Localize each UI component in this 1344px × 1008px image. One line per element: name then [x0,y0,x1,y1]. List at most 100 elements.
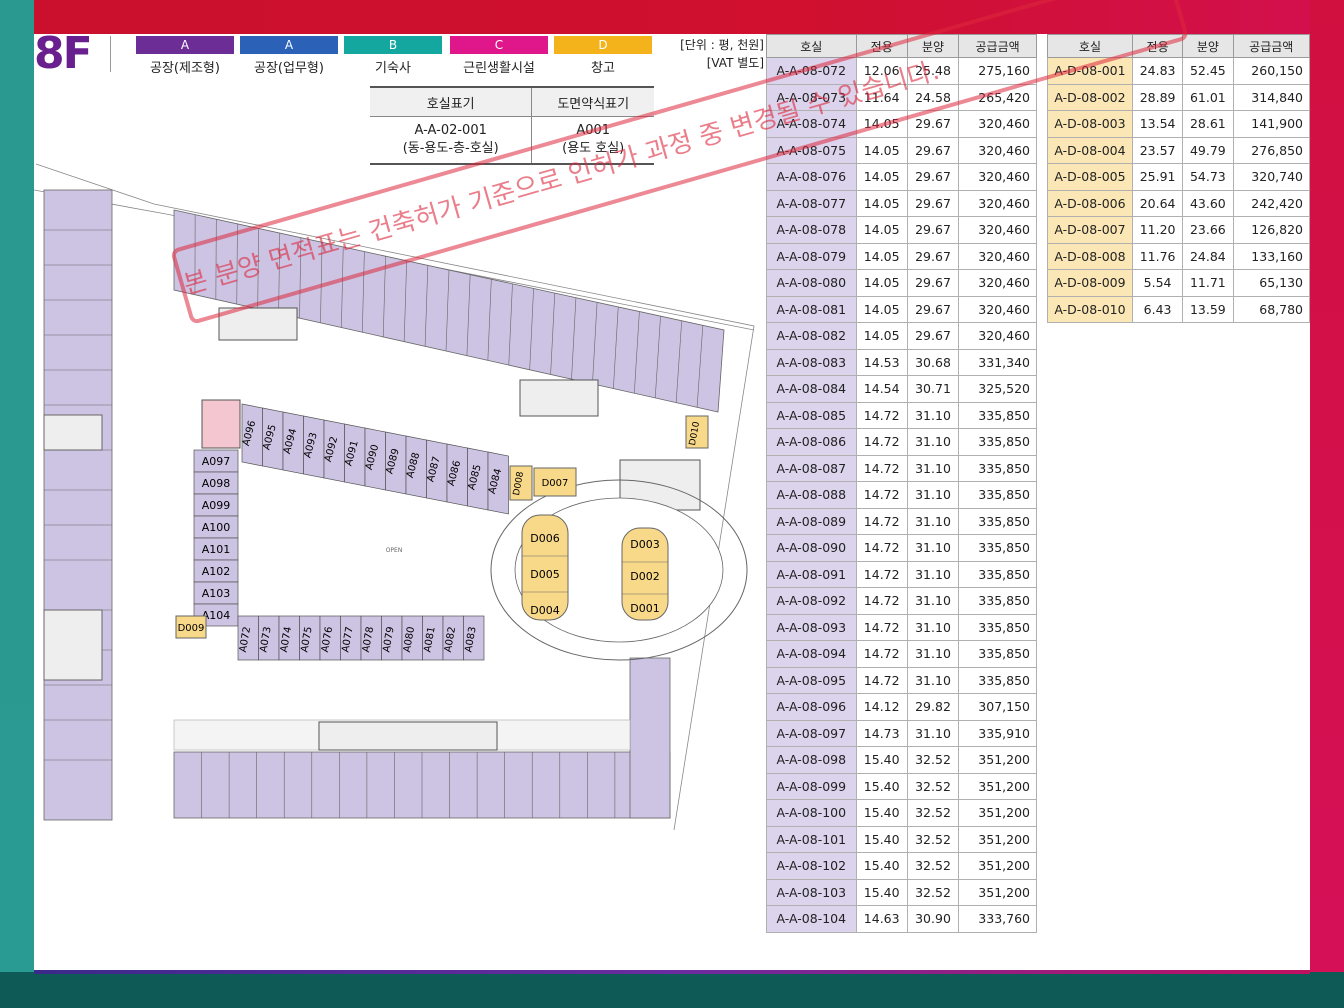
supply-price-cell: 320,460 [958,136,1037,164]
table-row: A-A-08-098 15.40 32.52 351,200 [766,746,1037,774]
unit-id-cell: A-A-08-093 [766,613,857,641]
sale-area-cell: 32.52 [906,746,960,774]
exclusive-area-cell: 14.05 [855,269,908,297]
table-row: A-A-08-083 14.53 30.68 331,340 [766,348,1037,376]
label-D009: D009 [178,623,205,634]
table-row: A-D-08-006 20.64 43.60 242,420 [1047,189,1311,217]
unit-id-cell: A-A-08-099 [766,772,857,800]
sale-area-cell: 29.67 [906,322,960,350]
supply-price-cell: 335,910 [958,719,1037,747]
table-row: A-A-08-081 14.05 29.67 320,460 [766,295,1037,323]
supply-price-cell: 351,200 [958,878,1037,906]
unit-row-diagonal: A096 A095 A094 A093 A092 A091 A090 A089 A088 A087… [241,403,509,515]
sale-area-cell: 32.52 [906,825,960,853]
sale-area-cell: 52.45 [1182,57,1234,85]
sale-area-cell: 28.61 [1182,110,1234,138]
sale-area-cell: 54.73 [1182,163,1234,191]
exclusive-area-cell: 15.40 [855,878,908,906]
exclusive-area-cell: 14.05 [855,136,908,164]
exclusive-area-cell: 14.05 [855,242,908,270]
sale-area-cell: 31.10 [906,481,960,509]
exclusive-area-cell: 15.40 [855,852,908,880]
exclusive-area-cell: 14.73 [855,719,908,747]
unit-id-cell: A-D-08-006 [1047,189,1133,217]
floor-separator [110,36,111,72]
table-row: A-D-08-004 23.57 49.79 276,850 [1047,136,1311,164]
legend-code: C [450,36,548,54]
unit-id-cell: A-D-08-010 [1047,295,1133,323]
unit-column-left: A097A098A099A100A101A102A103A104 [193,449,239,627]
exclusive-area-cell: 14.05 [855,189,908,217]
unit-id-cell: A-A-08-076 [766,163,857,191]
unit-id-cell: A-A-08-082 [766,322,857,350]
legend-label: 공장(업무형) [254,61,324,76]
right-wing [629,657,671,819]
unit-D002: D002 [630,570,659,583]
unit-label: A099 [202,499,231,512]
unit-id-cell: A-A-08-087 [766,454,857,482]
core-left-1 [43,414,103,451]
table-row: A-A-08-082 14.05 29.67 320,460 [766,322,1037,350]
unit-D006: D006 [530,532,559,545]
table-row: A-A-08-077 14.05 29.67 320,460 [766,189,1037,217]
frame-bottom-bar [0,972,1344,1008]
legend-label: 공장(제조형) [150,61,220,76]
left-wing [43,189,113,821]
table-row: A-D-08-002 28.89 61.01 314,840 [1047,83,1311,111]
sale-area-cell: 31.10 [906,613,960,641]
exclusive-area-cell: 14.72 [855,613,908,641]
table-row: A-A-08-087 14.72 31.10 335,850 [766,454,1037,482]
unit-id-cell: A-A-08-078 [766,216,857,244]
supply-price-cell: 351,200 [958,772,1037,800]
sale-area-cell: 32.52 [906,852,960,880]
unit-label: A102 [202,565,231,578]
column-header: 공급금액 [1232,34,1311,58]
legend-item-3: B 기숙사 [344,36,442,76]
unit-id-cell: A-A-08-096 [766,693,857,721]
legend-item-1: A 공장(제조형) [136,36,234,76]
supply-price-cell: 351,200 [958,746,1037,774]
frame-accent-line [34,970,1310,974]
exclusive-area-cell: 11.76 [1131,242,1184,270]
supply-price-cell: 320,460 [958,189,1037,217]
unit-id-cell: A-A-08-101 [766,825,857,853]
exclusive-area-cell: 14.72 [855,481,908,509]
sale-area-cell: 31.10 [906,454,960,482]
sale-area-cell: 31.10 [906,507,960,535]
exclusive-area-cell: 14.12 [855,693,908,721]
sale-area-cell: 31.10 [906,428,960,456]
sale-area-cell: 29.67 [906,242,960,270]
supply-price-cell: 65,130 [1232,269,1311,297]
unit-note: [단위 : 평, 천원] [VAT 별도] [672,36,764,72]
supply-price-cell: 260,150 [1232,57,1311,85]
supply-price-cell: 133,160 [1232,242,1311,270]
exclusive-area-cell: 14.53 [855,348,908,376]
supply-price-cell: 335,850 [958,613,1037,641]
supply-price-cell: 335,850 [958,666,1037,694]
table-row: A-A-08-103 15.40 32.52 351,200 [766,878,1037,906]
table-row: A-A-08-104 14.63 30.90 333,760 [766,905,1037,933]
legend-label: 근린생활시설 [463,61,535,76]
unit-id-cell: A-A-08-092 [766,587,857,615]
table-row: A-D-08-003 13.54 28.61 141,900 [1047,110,1311,138]
unit-id-cell: A-A-08-085 [766,401,857,429]
exclusive-area-cell: 15.40 [855,746,908,774]
unit-id-cell: A-A-08-104 [766,905,857,933]
sale-area-cell: 29.67 [906,163,960,191]
exclusive-area-cell: 14.72 [855,587,908,615]
sale-area-cell: 29.67 [906,295,960,323]
table-row: A-A-08-084 14.54 30.71 325,520 [766,375,1037,403]
supply-price-cell: 276,850 [1232,136,1311,164]
supply-price-cell: 320,460 [958,295,1037,323]
supply-price-cell: 141,900 [1232,110,1311,138]
table-row: A-A-08-096 14.12 29.82 307,150 [766,693,1037,721]
exclusive-area-cell: 14.72 [855,534,908,562]
sale-area-cell: 32.52 [906,799,960,827]
sale-area-cell: 31.10 [906,401,960,429]
supply-price-cell: 320,460 [958,216,1037,244]
exclusive-area-cell: 23.57 [1131,136,1184,164]
unit-id-cell: A-A-08-100 [766,799,857,827]
unit-id-cell: A-A-08-079 [766,242,857,270]
sale-area-cell: 31.10 [906,719,960,747]
unit-note-line1: [단위 : 평, 천원] [680,38,764,52]
